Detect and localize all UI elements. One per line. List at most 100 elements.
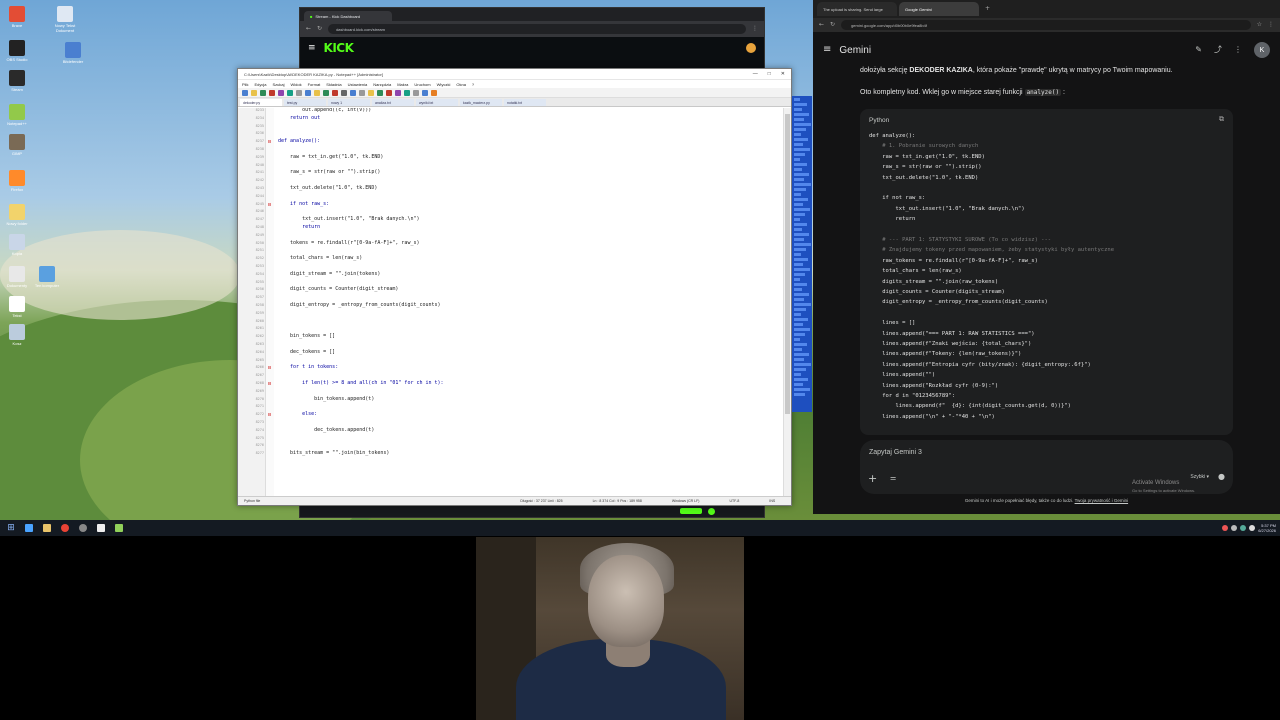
file-tab[interactable]: dekoder.py	[240, 99, 282, 106]
tools-icon[interactable]: ⚌	[890, 474, 896, 482]
toolbar-button-icon[interactable]	[287, 89, 293, 96]
system-clock[interactable]: 5:37 PM 6/27/2026	[1258, 523, 1276, 533]
desktop-icon[interactable]: Tekst	[4, 296, 30, 318]
code-block[interactable]: Python ⧉ def analyze(): # 1. Pobranie su…	[860, 109, 1233, 435]
add-attachment-icon[interactable]: +	[868, 472, 877, 485]
desktop-icon[interactable]: Kopia	[4, 234, 30, 256]
menu-item[interactable]: Szukaj	[272, 82, 284, 87]
edit-icon[interactable]: ✎	[1195, 46, 1202, 54]
toolbar-button-icon[interactable]	[350, 89, 356, 96]
desktop-icon[interactable]: Notepad++	[4, 104, 30, 126]
desktop-icon[interactable]: Brave	[4, 6, 30, 28]
microphone-icon[interactable]: ●	[1218, 472, 1225, 481]
kick-avatar[interactable]	[746, 43, 756, 53]
scroll-thumb[interactable]	[785, 114, 790, 414]
gemini-browser-window[interactable]: The upload is sharing. Send large Google…	[813, 0, 1280, 514]
menu-item[interactable]: ?	[472, 82, 474, 87]
reload-icon[interactable]: ↻	[830, 22, 835, 28]
gemini-url-field[interactable]: gemini.google.com/app/d0b00b0e9fea8b4f	[841, 20, 1251, 30]
toolbar-button-icon[interactable]	[395, 89, 401, 96]
prompt-placeholder[interactable]: Zapytaj Gemini 3	[869, 449, 922, 456]
menu-item[interactable]: Uruchom	[414, 82, 430, 87]
menu-item[interactable]: Edycja	[254, 82, 266, 87]
toolbar-button-icon[interactable]	[251, 89, 257, 96]
editor-scrollbar[interactable]	[783, 108, 791, 498]
toolbar-button-icon[interactable]	[422, 89, 428, 96]
go-live-button[interactable]	[680, 508, 702, 514]
tray-icon[interactable]	[1240, 525, 1247, 531]
menu-item[interactable]: Widok	[290, 82, 301, 87]
toolbar-button-icon[interactable]	[260, 89, 266, 96]
tray-icon[interactable]	[1231, 525, 1238, 531]
desktop-icon[interactable]: Ten komputer	[34, 266, 60, 288]
copy-icon[interactable]: ⧉	[1219, 116, 1224, 124]
taskbar-app-icon[interactable]	[76, 522, 90, 534]
more-options-icon[interactable]: ⋮	[1234, 46, 1242, 54]
desktop-icon[interactable]: Nowy Tekst Dokument	[52, 6, 78, 33]
taskbar-app-icon[interactable]	[112, 522, 126, 534]
toolbar-button-icon[interactable]	[359, 89, 365, 96]
desktop-icon[interactable]: Dokumenty	[4, 266, 30, 288]
kick-tab[interactable]: ■ Stream - Kick Dashboard	[304, 11, 392, 21]
tray-icon[interactable]	[1222, 525, 1229, 531]
start-button[interactable]: ⊞	[4, 522, 18, 534]
file-tab[interactable]: wyniki.txt	[416, 99, 458, 106]
desktop-icon[interactable]: Steam	[4, 70, 30, 92]
menu-item[interactable]: Makra	[397, 82, 408, 87]
toolbar-button-icon[interactable]	[341, 89, 347, 96]
bookmark-icon[interactable]: ☆	[1257, 22, 1262, 28]
toolbar-button-icon[interactable]	[377, 89, 383, 96]
desktop-icon[interactable]: Nowy folder	[4, 204, 30, 226]
minimize-icon[interactable]: —	[753, 71, 758, 77]
maximize-icon[interactable]: □	[768, 71, 771, 77]
menu-item[interactable]: Ustawienia	[348, 82, 368, 87]
browser-tab-gemini[interactable]: Google Gemini	[899, 2, 979, 16]
back-icon[interactable]: ←	[819, 22, 824, 28]
reload-icon[interactable]: ↻	[317, 26, 322, 32]
toolbar-button-icon[interactable]	[332, 89, 338, 96]
extensions-icon[interactable]: ⋮	[752, 26, 758, 32]
file-tab[interactable]: nowy 1	[328, 99, 370, 106]
desktop-icon[interactable]: Firefox	[4, 170, 30, 192]
file-tab[interactable]: notatki.txt	[504, 99, 546, 106]
file-tab[interactable]: test.py	[284, 99, 326, 106]
menu-icon[interactable]: ≡	[308, 44, 316, 53]
desktop-icon[interactable]: GIMP	[4, 134, 30, 156]
avatar[interactable]: K	[1254, 42, 1270, 58]
volume-icon[interactable]	[1249, 525, 1256, 531]
toolbar-button-icon[interactable]	[323, 89, 329, 96]
toolbar-button-icon[interactable]	[278, 89, 284, 96]
toolbar-button-icon[interactable]	[413, 89, 419, 96]
menu-item[interactable]: Narzędzia	[373, 82, 391, 87]
toolbar-button-icon[interactable]	[305, 89, 311, 96]
kick-logo[interactable]: KICK	[324, 41, 354, 55]
desktop-icon[interactable]: Kosz	[4, 324, 30, 346]
toolbar-button-icon[interactable]	[269, 89, 275, 96]
notepad-window[interactable]: C:\Users\Kazik\Desktop\AI\DEKODER KAZIKA…	[237, 68, 792, 506]
taskbar-app-icon[interactable]	[40, 522, 54, 534]
taskbar-app-icon[interactable]	[58, 522, 72, 534]
toolbar-button-icon[interactable]	[386, 89, 392, 96]
toolbar-button-icon[interactable]	[314, 89, 320, 96]
back-icon[interactable]: ←	[306, 26, 311, 32]
hamburger-menu-icon[interactable]: ≡	[823, 45, 831, 55]
taskbar-app-icon[interactable]	[94, 522, 108, 534]
file-tab[interactable]: analiza.txt	[372, 99, 414, 106]
toolbar-button-icon[interactable]	[431, 89, 437, 96]
menu-item[interactable]: Plik	[242, 82, 248, 87]
toolbar-button-icon[interactable]	[242, 89, 248, 96]
toolbar-button-icon[interactable]	[296, 89, 302, 96]
menu-item[interactable]: Wtyczki	[437, 82, 451, 87]
browser-menu-icon[interactable]: ⋮	[1268, 22, 1274, 28]
share-icon[interactable]: ⤴	[1214, 46, 1222, 54]
desktop-icon[interactable]: OBS Studio	[4, 40, 30, 62]
file-tab[interactable]: kazik_macierz.py	[460, 99, 502, 106]
menu-item[interactable]: Okna	[456, 82, 466, 87]
menu-item[interactable]: Składnia	[326, 82, 341, 87]
new-tab-icon[interactable]: +	[985, 6, 990, 12]
desktop-icon[interactable]: Bitdefender	[60, 42, 86, 64]
menu-item[interactable]: Format	[308, 82, 321, 87]
kick-url-field[interactable]: dashboard.kick.com/stream	[328, 24, 746, 34]
privacy-link[interactable]: Twoja prywatność i Gemini	[1075, 498, 1129, 503]
taskbar-app-icon[interactable]	[22, 522, 36, 534]
